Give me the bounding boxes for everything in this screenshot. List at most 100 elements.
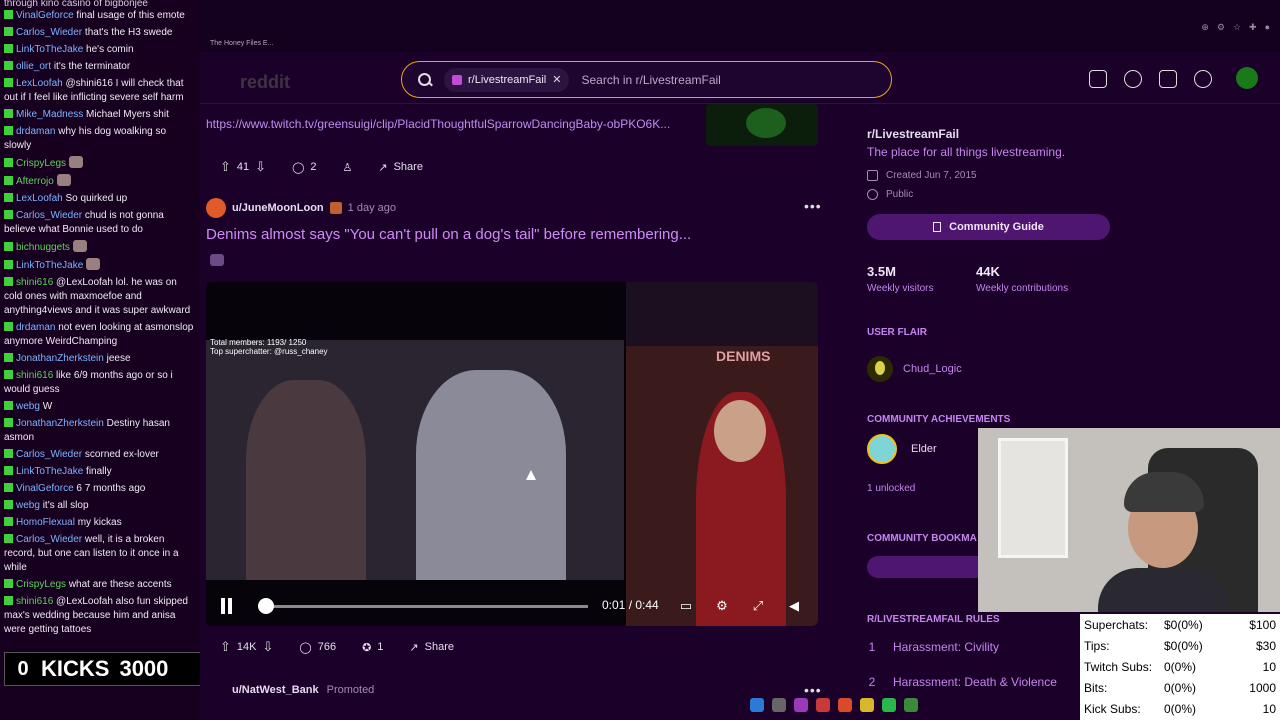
chat-username[interactable]: LinkToTheJake xyxy=(16,260,83,271)
user-avatar[interactable] xyxy=(1236,67,1258,89)
chat-username[interactable]: shini616 xyxy=(16,370,53,381)
video-progress-bar[interactable] xyxy=(262,605,588,608)
chat-text: my kickas xyxy=(77,517,122,528)
chat-username[interactable]: LexLoofah xyxy=(16,78,63,89)
browser-tab[interactable]: The Honey Files E... xyxy=(210,40,273,47)
settings-icon[interactable]: ⚙ xyxy=(714,598,730,614)
chat-username[interactable]: webg xyxy=(16,500,40,511)
more-options-icon[interactable]: ••• xyxy=(804,198,822,214)
clip-link[interactable]: https://www.twitch.tv/greensuigi/clip/Pl… xyxy=(206,117,670,131)
award-button[interactable]: ♙ xyxy=(333,154,363,180)
author-avatar[interactable] xyxy=(206,198,226,218)
clip-thumbnail[interactable] xyxy=(706,104,818,146)
reddit-logo[interactable]: reddit xyxy=(240,72,290,93)
flair-name: Chud_Logic xyxy=(903,363,962,375)
windows-start-icon[interactable] xyxy=(750,698,764,712)
chat-username[interactable]: Carlos_Wieder xyxy=(16,27,82,38)
chat-username[interactable]: Mike_Madness xyxy=(16,109,83,120)
chat-text: finally xyxy=(86,466,112,477)
chat-username[interactable]: HomoFlexual xyxy=(16,517,75,528)
community-guide-button[interactable]: Community Guide xyxy=(867,214,1110,240)
close-icon[interactable]: ✕ xyxy=(552,73,561,86)
chat-username[interactable]: CrispyLegs xyxy=(16,158,66,169)
create-post-icon[interactable] xyxy=(1159,70,1177,88)
comments-button[interactable]: ◯ 2 xyxy=(282,154,326,180)
chat-username[interactable]: CrispyLegs xyxy=(16,579,66,590)
folder-icon[interactable] xyxy=(860,698,874,712)
award-button[interactable]: ✪ 1 xyxy=(352,634,393,660)
pause-icon[interactable] xyxy=(220,598,234,614)
achievements-unlocked[interactable]: 1 unlocked xyxy=(867,483,915,494)
video-sign: DENIMS xyxy=(716,348,771,364)
chat-username[interactable]: LexLoofah xyxy=(16,193,63,204)
chat-username[interactable]: Carlos_Wieder xyxy=(16,210,82,221)
chat-badge-icon xyxy=(4,534,13,543)
search-input[interactable]: Search in r/LivestreamFail xyxy=(581,73,720,87)
rule-item[interactable]: 1 Harassment: Civility xyxy=(867,640,999,654)
downvote-icon[interactable]: ⇩ xyxy=(262,639,273,655)
app-icon[interactable] xyxy=(794,698,808,712)
subreddit-filter-chip[interactable]: r/LivestreamFail ✕ xyxy=(444,67,570,92)
chat-username[interactable]: drdaman xyxy=(16,126,55,137)
captions-icon[interactable]: ▭ xyxy=(678,598,694,614)
video-player[interactable]: Total members: 1193/ 1250 Top superchatt… xyxy=(206,282,818,626)
search-icon[interactable] xyxy=(772,698,786,712)
chat-username[interactable]: Afterrojo xyxy=(16,176,54,187)
fullscreen-icon[interactable]: ⤢ xyxy=(750,598,766,614)
chat-username[interactable]: Carlos_Wieder xyxy=(16,449,82,460)
chat-icon[interactable] xyxy=(1124,70,1142,88)
upvote-icon[interactable]: ⇧ xyxy=(220,159,231,175)
comments-button[interactable]: ◯ 766 xyxy=(289,634,346,660)
chat-username[interactable]: Carlos_Wieder xyxy=(16,534,82,545)
chat-username[interactable]: webg xyxy=(16,401,40,412)
ads-icon[interactable] xyxy=(1089,70,1107,88)
zoom-icon[interactable]: ⊕ xyxy=(1201,22,1209,33)
visibility-row: Public xyxy=(867,189,913,200)
app-icon[interactable] xyxy=(838,698,852,712)
donation-value: 0(0%) xyxy=(1164,702,1197,716)
chat-text: he's comin xyxy=(86,44,134,55)
chat-username[interactable]: shini616 xyxy=(16,277,53,288)
video-time: 0:01 / 0:44 xyxy=(602,598,659,612)
video-progress-knob[interactable] xyxy=(258,598,274,614)
post-meta: u/JuneMoonLoon 1 day ago xyxy=(206,198,396,218)
chat-username[interactable]: LinkToTheJake xyxy=(16,466,83,477)
share-button[interactable]: ↗ Share xyxy=(368,154,433,180)
spotify-icon[interactable] xyxy=(882,698,896,712)
achievement-item[interactable]: Elder xyxy=(867,434,937,464)
chat-text: final usage of this emote xyxy=(76,10,185,21)
chat-username[interactable]: ollie_ort xyxy=(16,61,51,72)
chat-username[interactable]: bichnuggets xyxy=(16,242,70,253)
user-flair[interactable]: Chud_Logic xyxy=(867,356,962,382)
promo-author[interactable]: u/NatWest_Bank xyxy=(232,684,319,696)
chat-username[interactable]: VinalGeforce xyxy=(16,10,74,21)
more-options-icon[interactable]: ••• xyxy=(804,682,822,698)
search-bar[interactable]: r/LivestreamFail ✕ Search in r/Livestrea… xyxy=(401,61,892,98)
chat-username[interactable]: JonathanZherkstein xyxy=(16,418,104,429)
upvote-icon[interactable]: ⇧ xyxy=(220,639,231,655)
extensions-icon[interactable]: ✚ xyxy=(1249,22,1257,33)
bookmark-icon[interactable]: ☆ xyxy=(1233,22,1241,33)
chat-username[interactable]: LinkToTheJake xyxy=(16,44,83,55)
rule-number: 2 xyxy=(868,675,876,689)
chat-username[interactable]: VinalGeforce xyxy=(16,483,74,494)
chat-badge-icon xyxy=(4,210,13,219)
post-title[interactable]: Denims almost says "You can't pull on a … xyxy=(206,226,691,243)
video-controls: 0:01 / 0:44 ▭ ⚙ ⤢ ◀ xyxy=(206,586,818,626)
chat-username[interactable]: drdaman xyxy=(16,322,55,333)
volume-icon[interactable]: ◀ xyxy=(786,598,802,614)
rule-item[interactable]: 2 Harassment: Death & Violence xyxy=(867,675,1057,689)
vote-count: 14K xyxy=(236,641,257,653)
chat-username[interactable]: JonathanZherkstein xyxy=(16,353,104,364)
notifications-icon[interactable] xyxy=(1194,70,1212,88)
post-feed: https://www.twitch.tv/greensuigi/clip/Pl… xyxy=(200,104,830,720)
profile-icon[interactable]: ● xyxy=(1265,22,1270,33)
app-icon[interactable] xyxy=(816,698,830,712)
app-icon[interactable] xyxy=(904,698,918,712)
author-name[interactable]: u/JuneMoonLoon xyxy=(232,202,324,214)
downvote-icon[interactable]: ⇩ xyxy=(255,159,266,175)
settings-icon[interactable]: ⚙ xyxy=(1217,22,1225,33)
chat-username[interactable]: shini616 xyxy=(16,596,53,607)
comments-count: 2 xyxy=(310,161,317,173)
share-button[interactable]: ↗ Share xyxy=(399,634,464,660)
